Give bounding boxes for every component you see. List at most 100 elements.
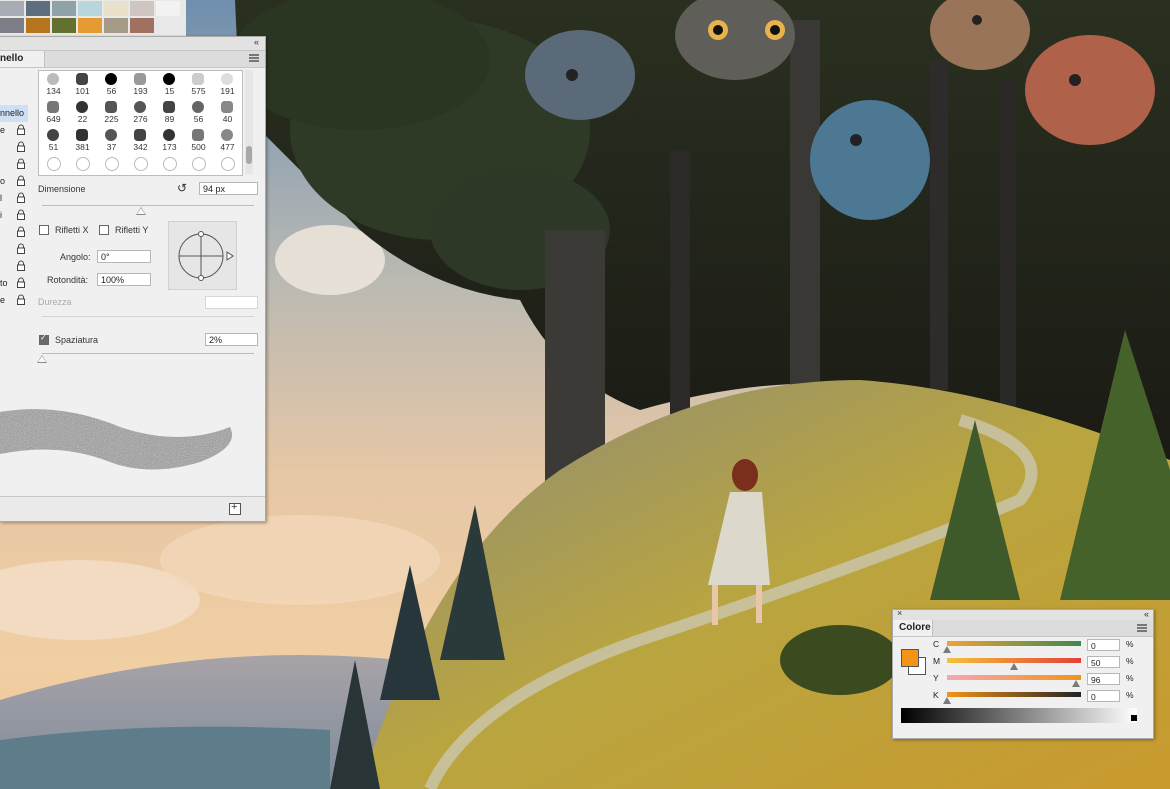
- spacing-checkbox[interactable]: [39, 333, 49, 345]
- brush-tip[interactable]: 575: [184, 71, 213, 97]
- brush-list-item[interactable]: e: [0, 292, 28, 309]
- color-swatch[interactable]: [52, 18, 76, 33]
- channel-gradient-bar[interactable]: [947, 692, 1081, 697]
- brush-tip[interactable]: 225: [97, 99, 126, 125]
- tab-color[interactable]: Colore: [893, 620, 933, 636]
- brush-tip-icon: [47, 129, 59, 141]
- brush-tip[interactable]: 342: [126, 127, 155, 153]
- close-icon[interactable]: ×: [897, 608, 902, 618]
- color-ramp[interactable]: [901, 708, 1137, 723]
- reset-size-icon[interactable]: ↺: [177, 181, 187, 195]
- foreground-color-swatch[interactable]: [901, 649, 919, 667]
- brush-list-item[interactable]: e: [0, 122, 28, 139]
- brush-tip[interactable]: 477: [213, 127, 242, 153]
- color-swatch[interactable]: [26, 1, 50, 16]
- brush-tip[interactable]: 40: [213, 99, 242, 125]
- color-swatch[interactable]: [78, 18, 102, 33]
- channel-value-field[interactable]: 96: [1087, 673, 1120, 685]
- color-swatch[interactable]: [104, 1, 128, 16]
- brush-tip[interactable]: 51: [39, 127, 68, 153]
- brush-list-item[interactable]: [0, 258, 28, 275]
- cmyk-slider-k[interactable]: K 0%: [933, 690, 1145, 707]
- channel-slider-thumb[interactable]: [1071, 680, 1080, 687]
- angle-roundness-widget[interactable]: [168, 221, 237, 290]
- color-swatch[interactable]: [156, 1, 180, 16]
- brush-tip[interactable]: 191: [213, 71, 242, 97]
- cmyk-slider-m[interactable]: M 50%: [933, 656, 1145, 673]
- flip-y-checkbox[interactable]: [99, 225, 109, 235]
- brush-list-item[interactable]: [0, 241, 28, 258]
- scrollbar-thumb[interactable]: [246, 146, 252, 164]
- brush-tip[interactable]: 15: [155, 71, 184, 97]
- brush-tip[interactable]: 381: [68, 127, 97, 153]
- color-swatch[interactable]: [78, 1, 102, 16]
- color-swatch[interactable]: [130, 1, 154, 16]
- tab-brush[interactable]: nello: [0, 51, 45, 67]
- channel-slider-thumb[interactable]: [943, 646, 951, 653]
- brush-tip[interactable]: [126, 155, 155, 175]
- brush-tip[interactable]: 22: [68, 99, 97, 125]
- roundness-field[interactable]: 100%: [97, 273, 151, 286]
- size-slider-thumb[interactable]: [136, 207, 146, 215]
- color-swatch[interactable]: [0, 18, 24, 33]
- channel-value-field[interactable]: 0: [1087, 690, 1120, 702]
- brush-tip[interactable]: 101: [68, 71, 97, 97]
- spacing-slider-thumb[interactable]: [37, 355, 47, 363]
- brush-tip[interactable]: 56: [184, 99, 213, 125]
- brush-tip[interactable]: [155, 155, 184, 175]
- brush-list-item[interactable]: [0, 224, 28, 241]
- black-swatch[interactable]: [1131, 715, 1137, 721]
- brush-list-item[interactable]: to: [0, 275, 28, 292]
- spacing-slider-track[interactable]: [42, 353, 254, 354]
- brush-panel-titlebar[interactable]: «: [0, 37, 265, 51]
- brush-list-item[interactable]: o: [0, 173, 28, 190]
- color-swatch[interactable]: [130, 18, 154, 33]
- size-field[interactable]: 94 px: [199, 182, 258, 195]
- cmyk-slider-c[interactable]: C 0%: [933, 639, 1145, 656]
- brush-tip[interactable]: 89: [155, 99, 184, 125]
- size-slider-track[interactable]: [42, 205, 254, 206]
- brush-tip[interactable]: [39, 155, 68, 175]
- brush-list-item[interactable]: [0, 139, 28, 156]
- spacing-field[interactable]: 2%: [205, 333, 258, 346]
- brush-tip[interactable]: 134: [39, 71, 68, 97]
- channel-slider-thumb[interactable]: [943, 697, 951, 704]
- channel-slider-thumb[interactable]: [1010, 663, 1018, 670]
- brush-tip[interactable]: 500: [184, 127, 213, 153]
- flip-x-checkbox[interactable]: [39, 225, 49, 235]
- cmyk-slider-y[interactable]: Y 96%: [933, 673, 1145, 690]
- color-swatch[interactable]: [26, 18, 50, 33]
- color-swatch[interactable]: [52, 1, 76, 16]
- angle-field[interactable]: 0°: [97, 250, 151, 263]
- collapse-icon[interactable]: «: [1144, 609, 1149, 619]
- brush-tips-grid[interactable]: 134 101 56 193 15 575 191 649 22 225 276 89 56 40 51 38…: [38, 70, 243, 176]
- brush-list-item[interactable]: i: [0, 207, 28, 224]
- channel-gradient-bar[interactable]: [947, 675, 1081, 680]
- brush-tip[interactable]: 56: [97, 71, 126, 97]
- new-brush-button[interactable]: [229, 501, 241, 515]
- brush-list-item[interactable]: nnello: [0, 105, 28, 122]
- brush-tip[interactable]: 276: [126, 99, 155, 125]
- brush-tip[interactable]: 649: [39, 99, 68, 125]
- brush-tip[interactable]: [97, 155, 126, 175]
- hardness-field[interactable]: [205, 296, 258, 309]
- brush-list-item[interactable]: [0, 156, 28, 173]
- channel-value-field[interactable]: 50: [1087, 656, 1120, 668]
- brush-tip[interactable]: [213, 155, 242, 175]
- brush-list-item[interactable]: l: [0, 190, 28, 207]
- collapse-icon[interactable]: «: [254, 37, 259, 47]
- brush-tip[interactable]: 173: [155, 127, 184, 153]
- channel-gradient-bar[interactable]: [947, 641, 1081, 646]
- color-swatch[interactable]: [104, 18, 128, 33]
- brush-tip[interactable]: [184, 155, 213, 175]
- brush-tip[interactable]: 37: [97, 127, 126, 153]
- brush-tip[interactable]: 193: [126, 71, 155, 97]
- hardness-slider-track[interactable]: [42, 316, 254, 317]
- brush-tip[interactable]: [68, 155, 97, 175]
- color-panel-titlebar[interactable]: × «: [893, 608, 1153, 620]
- panel-menu-icon[interactable]: [249, 54, 259, 62]
- color-swatch[interactable]: [0, 1, 24, 16]
- panel-menu-icon[interactable]: [1137, 624, 1147, 632]
- channel-value-field[interactable]: 0: [1087, 639, 1120, 651]
- tips-scrollbar[interactable]: [245, 70, 253, 174]
